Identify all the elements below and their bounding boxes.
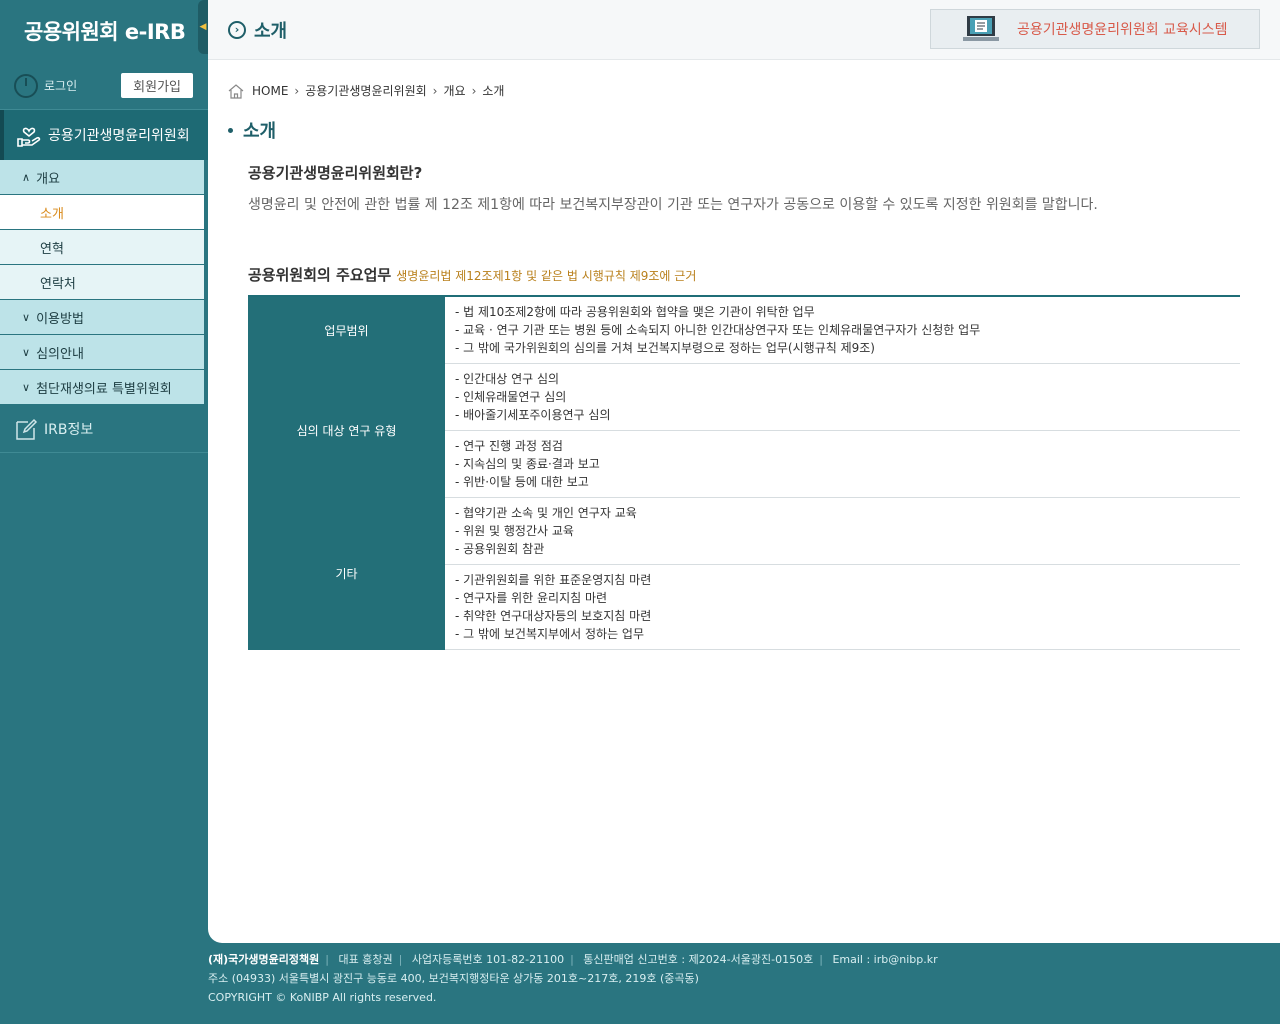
main-content: HOME › 공용기관생명윤리위원회 › 개요 › 소개 소개 공용기관생명윤리… [208, 60, 1280, 943]
chevron-right-icon: › [471, 83, 477, 98]
cell-line: - 취약한 연구대상자등의 보호지침 마련 [455, 609, 652, 623]
bullet-dot [228, 127, 233, 133]
edu-system-label: 공용기관생명윤리위원회 교육시스템 [1017, 22, 1228, 38]
page-title: 소개 [228, 117, 276, 143]
cell-line: - 인간대상 연구 심의 [455, 372, 560, 386]
duty-title: 공용위원회의 주요업무 [248, 266, 392, 284]
power-icon [14, 73, 38, 98]
footer-email[interactable]: Email : irb@nibp.kr [832, 953, 937, 966]
circle-arrow-icon: › [228, 20, 246, 39]
row-header: 심의 대상 연구 유형 [248, 363, 445, 498]
question-description: 생명윤리 및 안전에 관한 법률 제 12조 제1항에 따라 보건복지부장관이 … [248, 197, 1098, 213]
chevron-down-icon: ∨ [22, 310, 31, 324]
sidebar-item-history[interactable]: 연혁 [0, 230, 204, 265]
duty-table: 업무범위 - 법 제10조제2항에 따라 공용위원회와 협약을 맺은 기관이 위… [248, 295, 1240, 650]
footer-org: (재)국가생명윤리정책원 [208, 953, 320, 966]
table-cell: - 기관위원회를 위한 표준운영지침 마련 - 연구자를 위한 윤리지침 마련 … [445, 564, 1240, 650]
sidebar-item-label: 이용방법 [36, 311, 84, 327]
table-cell: - 인간대상 연구 심의 - 인체유래물연구 심의 - 배아줄기세포주이용연구 … [445, 363, 1240, 431]
edit-icon [16, 418, 38, 440]
table-cell: - 협약기관 소속 및 개인 연구자 교육 - 위원 및 행정간사 교육 - 공… [445, 497, 1240, 565]
sidebar-item-overview[interactable]: ∧ 개요 [0, 160, 204, 195]
cell-line: - 그 밖에 국가위원회의 심의를 거쳐 보건복지부령으로 정하는 업무(시행규… [455, 341, 875, 355]
cell-line: - 기관위원회를 위한 표준운영지침 마련 [455, 573, 652, 587]
row-header: 기타 [248, 497, 445, 650]
submenu: ∧ 개요 소개 연혁 연락처 ∨ 이용방법 ∨ 심의안내 ∨ 첨단재생의료 특별… [0, 160, 204, 405]
cell-line: - 위원 및 행정간사 교육 [455, 524, 574, 538]
home-icon[interactable] [228, 83, 244, 99]
cell-line: - 협약기관 소속 및 개인 연구자 교육 [455, 506, 637, 520]
duty-section-title: 공용위원회의 주요업무 생명윤리법 제12조제1항 및 같은 법 시행규칙 제9… [248, 264, 696, 285]
footer-mail-order: 통신판매업 신고번호 : 제2024-서울광진-0150호 [583, 953, 814, 966]
divider: | [819, 953, 823, 966]
cell-line: - 교육 · 연구 기관 또는 병원 등에 소속되지 아니한 인간대상연구자 또… [455, 323, 981, 337]
sidebar-item-intro[interactable]: 소개 [0, 195, 204, 230]
cell-line: - 위반·이탈 등에 대한 보고 [455, 475, 589, 489]
footer: (재)국가생명윤리정책원 | 대표 홍창권 | 사업자등록번호 101-82-211… [208, 950, 1280, 1007]
sidebar-item-contact[interactable]: 연락처 [0, 265, 204, 300]
sidebar-item-usage[interactable]: ∨ 이용방법 [0, 300, 204, 335]
sidebar-menu-committee[interactable]: 공용기관생명윤리위원회 [0, 110, 208, 160]
table-row: 심의 대상 연구 유형 - 인간대상 연구 심의 - 인체유래물연구 심의 - … [248, 363, 1240, 498]
breadcrumb-current: 소개 [482, 84, 505, 98]
cell-line: - 연구 진행 과정 점검 [455, 439, 563, 453]
laptop-icon [963, 16, 999, 41]
sidebar-collapse-button[interactable]: ◀ [198, 0, 208, 54]
sidebar-menu-label: IRB정보 [44, 421, 94, 438]
auth-row: 로그인 회원가입 [0, 62, 208, 110]
sidebar-item-label: 심의안내 [36, 346, 84, 362]
sidebar-item-review[interactable]: ∨ 심의안내 [0, 335, 204, 370]
footer-info-row: (재)국가생명윤리정책원 | 대표 홍창권 | 사업자등록번호 101-82-211… [208, 950, 1280, 969]
cell-line: - 그 밖에 보건복지부에서 정하는 업무 [455, 627, 645, 641]
top-header: › 소개 공용기관생명윤리위원회 교육시스템 [208, 0, 1280, 60]
chevron-down-icon: ∨ [22, 380, 31, 394]
sidebar-menu-irb-info[interactable]: IRB정보 [0, 405, 208, 453]
edu-system-banner[interactable]: 공용기관생명윤리위원회 교육시스템 [930, 9, 1260, 49]
breadcrumb-committee[interactable]: 공용기관생명윤리위원회 [305, 82, 426, 99]
cell-line: - 연구자를 위한 윤리지침 마련 [455, 591, 608, 605]
cell-line: - 인체유래물연구 심의 [455, 390, 567, 404]
duty-note: 생명윤리법 제12조제1항 및 같은 법 시행규칙 제9조에 근거 [396, 269, 697, 283]
sidebar-item-regenerative[interactable]: ∨ 첨단재생의료 특별위원회 [0, 370, 204, 405]
page-title-text: 소개 [243, 121, 277, 142]
breadcrumb-overview[interactable]: 개요 [443, 82, 465, 99]
sidebar-menu-label: 공용기관생명윤리위원회 [48, 128, 190, 144]
breadcrumb-home[interactable]: HOME [252, 84, 288, 98]
table-row: 업무범위 - 법 제10조제2항에 따라 공용위원회와 협약을 맺은 기관이 위… [248, 296, 1240, 364]
table-row: 기타 - 협약기관 소속 및 개인 연구자 교육 - 위원 및 행정간사 교육 … [248, 497, 1240, 650]
brand-logo[interactable]: 공용위원회 e-IRB [0, 0, 208, 62]
breadcrumb: HOME › 공용기관생명윤리위원회 › 개요 › 소개 [228, 82, 504, 99]
divider: | [398, 953, 403, 966]
table-cell: - 연구 진행 과정 점검 - 지속심의 및 종료·결과 보고 - 위반·이탈 … [445, 430, 1240, 498]
hand-heart-icon [17, 127, 41, 147]
sidebar-item-label: 개요 [36, 171, 60, 187]
question-title: 공용기관생명윤리위원회란? [248, 164, 423, 182]
chevron-right-icon: › [294, 83, 300, 98]
divider: | [570, 953, 574, 966]
sidebar: 공용위원회 e-IRB ◀ 로그인 회원가입 공용기관생명윤리위원회 ∧ 개요 … [0, 0, 208, 943]
footer-address: 주소 (04933) 서울특별시 광진구 능동로 400, 보건복지행정타운 상… [208, 972, 699, 985]
header-title-text: 소개 [254, 20, 288, 42]
row-header: 업무범위 [248, 296, 445, 364]
footer-ceo: 대표 홍창권 [338, 953, 393, 966]
join-button[interactable]: 회원가입 [121, 73, 193, 98]
login-link[interactable]: 로그인 [44, 77, 77, 94]
chevron-up-icon: ∧ [22, 170, 31, 184]
cell-line: - 법 제10조제2항에 따라 공용위원회와 협약을 맺은 기관이 위탁한 업무 [455, 305, 815, 319]
cell-line: - 배아줄기세포주이용연구 심의 [455, 408, 611, 422]
cell-line: - 지속심의 및 종료·결과 보고 [455, 457, 600, 471]
chevron-down-icon: ∨ [22, 345, 31, 359]
chevron-right-icon: › [432, 83, 438, 98]
sidebar-item-label: 첨단재생의료 특별위원회 [36, 381, 172, 397]
cell-line: - 공용위원회 참관 [455, 542, 545, 556]
header-title: › 소개 [208, 17, 287, 43]
divider: | [325, 953, 329, 966]
footer-biz-no: 사업자등록번호 101-82-21100 [411, 953, 565, 966]
footer-copyright: COPYRIGHT © KoNIBP All rights reserved. [208, 991, 437, 1004]
table-cell: - 법 제10조제2항에 따라 공용위원회와 협약을 맺은 기관이 위탁한 업무… [445, 296, 1240, 364]
